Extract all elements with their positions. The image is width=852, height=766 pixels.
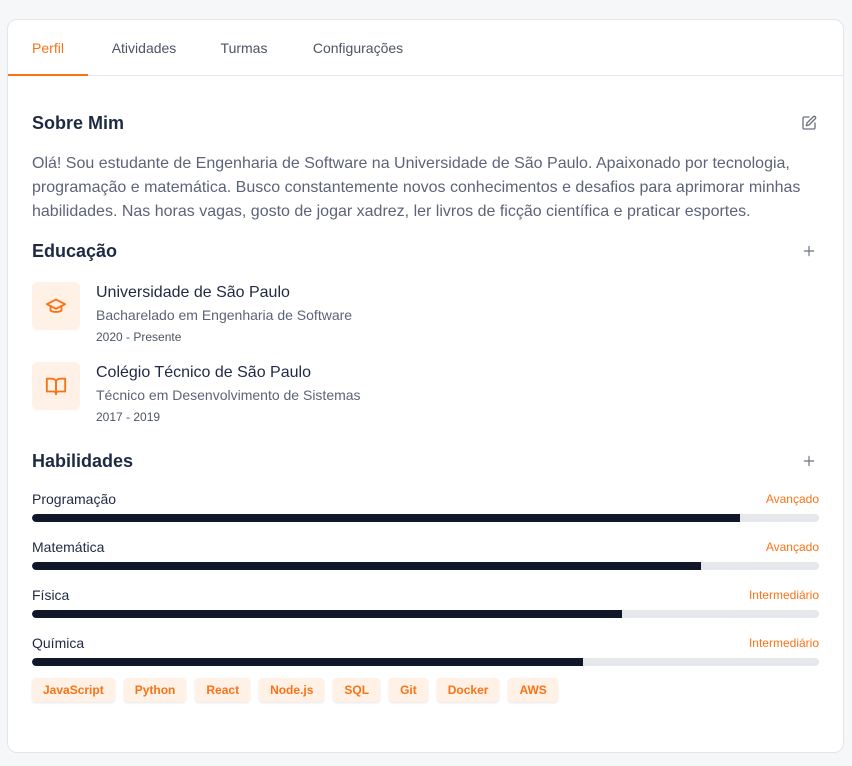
skill-tag[interactable]: Node.js bbox=[259, 678, 325, 702]
skill-item: Programação Avançado bbox=[32, 490, 819, 538]
skill-item: Química Intermediário bbox=[32, 634, 819, 682]
skill-progress-bar bbox=[32, 562, 819, 570]
skill-name: Química bbox=[32, 635, 85, 651]
about-header: Sobre Mim bbox=[32, 112, 819, 134]
skill-tag[interactable]: Python bbox=[123, 678, 187, 702]
skill-tag[interactable]: JavaScript bbox=[32, 678, 115, 702]
skills-list: Programação Avançado Matemática Avançado… bbox=[32, 490, 819, 682]
skill-tag[interactable]: Docker bbox=[436, 678, 500, 702]
skill-tag[interactable]: SQL bbox=[333, 678, 381, 702]
skill-level: Intermediário bbox=[748, 588, 819, 602]
skills-title: Habilidades bbox=[32, 450, 134, 471]
add-education-icon[interactable] bbox=[799, 241, 819, 261]
skill-tag[interactable]: React bbox=[195, 678, 251, 702]
education-list: Universidade de São Paulo Bacharelado em… bbox=[32, 282, 819, 442]
tab-content: Sobre Mim Olá! Sou estudante de Engenhar… bbox=[8, 112, 843, 702]
education-item: Universidade de São Paulo Bacharelado em… bbox=[32, 282, 819, 362]
about-title: Sobre Mim bbox=[32, 112, 125, 133]
skill-progress-fill bbox=[32, 658, 583, 666]
skill-progress-fill bbox=[32, 562, 701, 570]
skill-tags: JavaScript Python React Node.js SQL Git … bbox=[32, 678, 819, 702]
profile-card: Perfil Atividades Turmas Configurações S… bbox=[7, 19, 844, 753]
add-skill-icon[interactable] bbox=[799, 451, 819, 471]
tab-atividades[interactable]: Atividades bbox=[88, 20, 200, 75]
skill-name: Programação bbox=[32, 491, 117, 507]
skill-name: Física bbox=[32, 587, 70, 603]
skill-name: Matemática bbox=[32, 539, 105, 555]
education-period: 2017 - 2019 bbox=[96, 410, 161, 424]
tab-configuracoes[interactable]: Configurações bbox=[288, 20, 428, 75]
skill-item: Física Intermediário bbox=[32, 586, 819, 634]
skill-progress-bar bbox=[32, 658, 819, 666]
skill-level: Avançado bbox=[765, 540, 819, 554]
education-details: Universidade de São Paulo Bacharelado em… bbox=[96, 282, 352, 362]
education-institution: Universidade de São Paulo bbox=[96, 284, 290, 301]
skill-item: Matemática Avançado bbox=[32, 538, 819, 586]
skill-progress-bar bbox=[32, 514, 819, 522]
skill-level: Intermediário bbox=[748, 636, 819, 650]
tab-turmas[interactable]: Turmas bbox=[200, 20, 288, 75]
education-item: Colégio Técnico de São Paulo Técnico em … bbox=[32, 362, 819, 442]
about-text: Olá! Sou estudante de Engenharia de Soft… bbox=[32, 155, 801, 220]
education-institution: Colégio Técnico de São Paulo bbox=[96, 364, 311, 381]
education-header: Educação bbox=[32, 240, 819, 262]
skill-progress-fill bbox=[32, 610, 623, 618]
book-icon bbox=[32, 362, 80, 410]
skill-level: Avançado bbox=[765, 492, 819, 506]
tab-bar: Perfil Atividades Turmas Configurações bbox=[8, 20, 843, 76]
skill-progress-fill bbox=[32, 514, 741, 522]
skills-header: Habilidades bbox=[32, 450, 819, 472]
edit-icon[interactable] bbox=[799, 113, 819, 133]
education-period: 2020 - Presente bbox=[96, 330, 182, 344]
education-details: Colégio Técnico de São Paulo Técnico em … bbox=[96, 362, 361, 442]
skill-tag[interactable]: AWS bbox=[508, 678, 558, 702]
tab-perfil[interactable]: Perfil bbox=[8, 20, 88, 76]
education-degree: Bacharelado em Engenharia de Software bbox=[96, 307, 353, 323]
graduation-cap-icon bbox=[32, 282, 80, 330]
skill-tag[interactable]: Git bbox=[389, 678, 428, 702]
education-degree: Técnico em Desenvolvimento de Sistemas bbox=[96, 387, 361, 403]
skill-progress-bar bbox=[32, 610, 819, 618]
education-title: Educação bbox=[32, 240, 118, 261]
